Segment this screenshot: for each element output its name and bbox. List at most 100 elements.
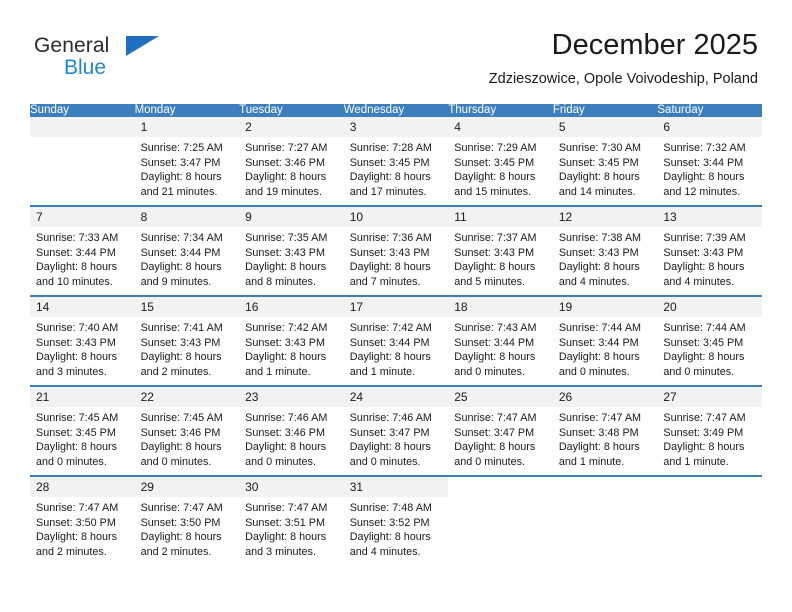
daylight-duration-line2: and 0 minutes. [663, 365, 735, 378]
calendar-day-cell[interactable]: 17 Sunrise: 7:42 AM Sunset: 3:44 PM Dayligh… [343, 295, 449, 386]
daylight-duration-line1: Daylight: 8 hours [663, 171, 745, 184]
calendar-day-cell[interactable]: 29 Sunrise: 7:47 AM Sunset: 3:50 PM Dayligh… [134, 475, 240, 565]
calendar-day-cell[interactable]: 31 Sunrise: 7:48 AM Sunset: 3:52 PM Dayligh… [343, 475, 449, 565]
day-details: Sunrise: 7:47 AM Sunset: 3:49 PM Daylight:… [657, 407, 762, 469]
daylight-duration-line1: Daylight: 8 hours [663, 261, 745, 274]
day-details: Sunrise: 7:44 AM Sunset: 3:44 PM Daylight:… [553, 317, 658, 379]
calendar-day-cell[interactable]: 19 Sunrise: 7:44 AM Sunset: 3:44 PM Dayligh… [552, 295, 658, 386]
calendar-day-cell[interactable]: 13 Sunrise: 7:39 AM Sunset: 3:43 PM Dayligh… [657, 205, 762, 296]
daylight-duration-line1: Daylight: 8 hours [140, 351, 222, 364]
weekday-header-saturday: Saturday [657, 104, 762, 117]
day-details: Sunrise: 7:46 AM Sunset: 3:46 PM Daylight:… [239, 407, 344, 469]
calendar-day-cell[interactable]: 21 Sunrise: 7:45 AM Sunset: 3:45 PM Dayligh… [30, 385, 135, 476]
sunrise-time: Sunrise: 7:47 AM [558, 412, 642, 424]
sunset-time: Sunset: 3:44 PM [663, 156, 744, 169]
calendar-header-row: Sunday Monday Tuesday Wednesday Thursday… [30, 104, 762, 117]
daylight-duration-line2: and 0 minutes. [140, 455, 212, 468]
sunrise-time: Sunrise: 7:40 AM [36, 322, 119, 334]
calendar-day-cell[interactable]: 6 Sunrise: 7:32 AM Sunset: 3:44 PM Daylight… [657, 117, 762, 206]
day-details: Sunrise: 7:27 AM Sunset: 3:46 PM Daylight:… [239, 137, 344, 199]
calendar-day-cell[interactable]: 25 Sunrise: 7:47 AM Sunset: 3:47 PM Dayligh… [448, 385, 553, 476]
weekday-header-sunday: Sunday [30, 104, 135, 117]
daylight-duration-line1: Daylight: 8 hours [36, 441, 118, 454]
calendar-day-cell[interactable]: 20 Sunrise: 7:44 AM Sunset: 3:45 PM Dayligh… [657, 295, 762, 386]
calendar-day-cell[interactable]: 23 Sunrise: 7:46 AM Sunset: 3:46 PM Dayligh… [239, 385, 344, 476]
daylight-duration-line2: and 5 minutes. [454, 275, 526, 288]
calendar-day-cell[interactable]: 22 Sunrise: 7:45 AM Sunset: 3:46 PM Dayligh… [134, 385, 240, 476]
daylight-duration-line2: and 3 minutes. [245, 545, 316, 558]
day-number: 3 [343, 117, 449, 137]
calendar-day-cell[interactable]: 30 Sunrise: 7:47 AM Sunset: 3:51 PM Dayligh… [239, 475, 344, 565]
calendar-day-cell[interactable]: 11 Sunrise: 7:37 AM Sunset: 3:43 PM Dayligh… [448, 205, 553, 296]
calendar-day-cell[interactable]: 7 Sunrise: 7:33 AM Sunset: 3:44 PM Daylight… [30, 205, 135, 296]
sunrise-time: Sunrise: 7:38 AM [558, 232, 642, 244]
calendar-week-row: 7 Sunrise: 7:33 AM Sunset: 3:44 PM Daylight… [30, 205, 762, 296]
calendar-day-cell[interactable]: 12 Sunrise: 7:38 AM Sunset: 3:43 PM Dayligh… [552, 205, 658, 296]
daylight-duration-line2: and 10 minutes. [36, 275, 113, 288]
day-number: 6 [657, 117, 762, 137]
sunset-time: Sunset: 3:46 PM [140, 426, 221, 439]
daylight-duration-line2: and 17 minutes. [349, 185, 427, 198]
calendar-day-cell[interactable]: 5 Sunrise: 7:30 AM Sunset: 3:45 PM Daylight… [552, 117, 658, 206]
calendar-week-row: 1 Sunrise: 7:25 AM Sunset: 3:47 PM Daylight… [30, 117, 762, 206]
sunset-time: Sunset: 3:50 PM [140, 516, 221, 529]
calendar-day-cell[interactable]: 10 Sunrise: 7:36 AM Sunset: 3:43 PM Dayligh… [343, 205, 449, 296]
day-details: Sunrise: 7:25 AM Sunset: 3:47 PM Daylight:… [135, 137, 240, 199]
calendar-day-cell[interactable]: 18 Sunrise: 7:43 AM Sunset: 3:44 PM Dayligh… [448, 295, 553, 386]
sunrise-time: Sunrise: 7:35 AM [245, 232, 328, 244]
day-details: Sunrise: 7:46 AM Sunset: 3:47 PM Daylight:… [344, 407, 449, 469]
day-details: Sunrise: 7:38 AM Sunset: 3:43 PM Daylight:… [553, 227, 658, 289]
day-details: Sunrise: 7:36 AM Sunset: 3:43 PM Daylight:… [344, 227, 449, 289]
calendar-day-cell[interactable]: 24 Sunrise: 7:46 AM Sunset: 3:47 PM Dayligh… [343, 385, 449, 476]
calendar-day-cell[interactable]: 9 Sunrise: 7:35 AM Sunset: 3:43 PM Daylight… [239, 205, 344, 296]
sunset-time: Sunset: 3:45 PM [36, 426, 116, 439]
day-number: 16 [239, 297, 344, 317]
sunrise-time: Sunrise: 7:28 AM [349, 142, 432, 154]
day-number: 24 [343, 387, 449, 407]
calendar-day-cell[interactable]: 14 Sunrise: 7:40 AM Sunset: 3:43 PM Dayligh… [30, 295, 135, 386]
day-details: Sunrise: 7:47 AM Sunset: 3:48 PM Daylight:… [553, 407, 658, 469]
day-number: 29 [134, 477, 240, 497]
daylight-duration-line1: Daylight: 8 hours [349, 531, 431, 544]
calendar-day-cell[interactable]: 16 Sunrise: 7:42 AM Sunset: 3:43 PM Dayligh… [239, 295, 344, 386]
day-details: Sunrise: 7:47 AM Sunset: 3:50 PM Daylight:… [135, 497, 240, 559]
sunset-time: Sunset: 3:46 PM [245, 426, 325, 439]
sunset-time: Sunset: 3:43 PM [558, 246, 639, 259]
day-details: Sunrise: 7:28 AM Sunset: 3:45 PM Daylight:… [344, 137, 449, 199]
generalblue-logo[interactable]: General Blue [34, 34, 224, 90]
daylight-duration-line1: Daylight: 8 hours [454, 261, 536, 274]
sunrise-time: Sunrise: 7:46 AM [349, 412, 432, 424]
sunset-time: Sunset: 3:47 PM [140, 156, 221, 169]
calendar-day-cell[interactable]: 15 Sunrise: 7:41 AM Sunset: 3:43 PM Dayligh… [134, 295, 240, 386]
day-details: Sunrise: 7:47 AM Sunset: 3:47 PM Daylight:… [448, 407, 553, 469]
logo-triangle-icon [126, 36, 159, 56]
calendar-day-cell[interactable]: 28 Sunrise: 7:47 AM Sunset: 3:50 PM Dayligh… [30, 475, 135, 565]
logo-text-general: General [34, 34, 110, 57]
calendar-day-cell[interactable]: 27 Sunrise: 7:47 AM Sunset: 3:49 PM Dayligh… [657, 385, 762, 476]
day-number: 8 [134, 207, 240, 227]
daylight-duration-line2: and 1 minute. [663, 455, 729, 468]
daylight-duration-line2: and 0 minutes. [349, 455, 421, 468]
day-number: 20 [657, 297, 762, 317]
calendar-day-cell[interactable]: 26 Sunrise: 7:47 AM Sunset: 3:48 PM Dayligh… [552, 385, 658, 476]
calendar-page: General Blue December 2025 Zdzieszowice,… [0, 0, 792, 612]
day-details: Sunrise: 7:40 AM Sunset: 3:43 PM Daylight:… [30, 317, 135, 379]
day-number: 31 [343, 477, 449, 497]
weekday-header-friday: Friday [552, 104, 658, 117]
daylight-duration-line2: and 2 minutes. [36, 545, 107, 558]
location-subtitle: Zdzieszowice, Opole Voivodeship, Poland [488, 71, 758, 87]
calendar-day-cell[interactable]: 3 Sunrise: 7:28 AM Sunset: 3:45 PM Daylight… [343, 117, 449, 206]
sunset-time: Sunset: 3:44 PM [454, 336, 535, 349]
calendar-day-cell[interactable]: 2 Sunrise: 7:27 AM Sunset: 3:46 PM Daylight… [239, 117, 344, 206]
sunset-time: Sunset: 3:47 PM [454, 426, 535, 439]
calendar-day-cell[interactable]: 8 Sunrise: 7:34 AM Sunset: 3:44 PM Daylight… [134, 205, 240, 296]
sunset-time: Sunset: 3:46 PM [245, 156, 325, 169]
calendar-day-cell[interactable]: 4 Sunrise: 7:29 AM Sunset: 3:45 PM Daylight… [448, 117, 553, 206]
sunset-time: Sunset: 3:43 PM [349, 246, 430, 259]
daylight-duration-line2: and 0 minutes. [454, 365, 526, 378]
sunset-time: Sunset: 3:45 PM [454, 156, 535, 169]
sunrise-time: Sunrise: 7:47 AM [140, 502, 223, 514]
sunrise-time: Sunrise: 7:47 AM [245, 502, 328, 514]
daylight-duration-line2: and 15 minutes. [454, 185, 532, 198]
calendar-day-cell[interactable]: 1 Sunrise: 7:25 AM Sunset: 3:47 PM Daylight… [134, 117, 240, 206]
